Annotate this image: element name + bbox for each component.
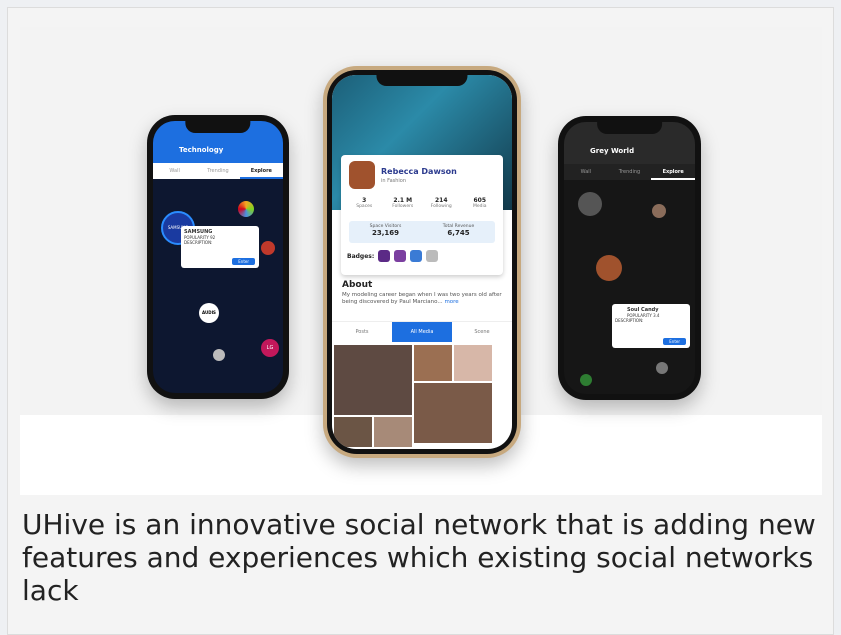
left-tabs: Wall Trending Explore [153,163,283,179]
left-tab-wall[interactable]: Wall [153,163,196,179]
about-more-link[interactable]: more [444,299,458,305]
leaf-bubble[interactable] [580,374,592,386]
tab-scene[interactable]: Scene [452,322,512,342]
right-tabs: Wall Trending Explore [564,164,695,180]
phone-left-screen: Technology Wall Trending Explore SAMSUNG… [153,121,283,393]
total-revenue: Total Revenue 6,745 [442,224,475,237]
profile-avatar[interactable] [349,161,375,189]
mid-notch [376,74,468,86]
left-tab-explore[interactable]: Explore [239,163,283,179]
soul-candy-card[interactable]: Soul Candy POPULARITY 3.4 DESCRIPTION: E… [612,304,690,348]
media-tabs: Posts All Media Scene [332,321,512,342]
badge-icon[interactable] [426,250,439,262]
samsung-card-desc: DESCRIPTION: [184,240,213,245]
samsung-card[interactable]: SAMSUNG POPULARITY 92 DESCRIPTION: Enter [181,226,259,268]
profile-card: Rebecca Dawson in Fashion 3 Spaces 2.1 MF… [341,155,503,275]
left-notch [185,121,251,133]
media-photo[interactable] [414,345,452,381]
planet-bubble[interactable] [261,241,275,255]
media-photo[interactable] [334,417,372,447]
photo-bubble[interactable] [656,362,668,374]
media-photo[interactable] [414,383,492,443]
samsung-card-enter[interactable]: Enter [232,258,255,265]
phone-profile: Rebecca Dawson in Fashion 3 Spaces 2.1 MF… [323,66,521,458]
stat-following[interactable]: 214 Following [422,197,461,209]
stat-media[interactable]: 605 Media [461,197,500,209]
tab-all-media[interactable]: All Media [392,322,452,342]
profile-stats: 3 Spaces 2.1 M Followers 214 Following 605 M… [345,197,499,209]
stat-spaces[interactable]: 3 Spaces [345,197,384,209]
media-photo[interactable] [334,345,412,415]
right-tab-explore[interactable]: Explore [651,164,695,180]
media-photo[interactable] [374,417,412,447]
left-app-title: Technology [179,146,224,154]
revenue-panel: Space Visitors 23,169 Total Revenue 6,745 [349,221,495,243]
space-visitors: Space Visitors 23,169 [369,224,402,237]
photo-bubble[interactable] [652,204,666,218]
phone-right-screen: Grey World Wall Trending Explore Soul Ca… [564,122,695,394]
media-grid [334,345,510,449]
caption-text: UHive is an innovative social network th… [22,508,816,607]
soul-candy-desc: DESCRIPTION: [615,318,644,323]
phone-mid-screen: Rebecca Dawson in Fashion 3 Spaces 2.1 MF… [332,75,512,449]
badge-icon[interactable] [394,250,407,262]
right-notch [596,122,663,134]
stat-followers[interactable]: 2.1 M Followers [384,197,423,209]
avatar-bubble[interactable] [213,349,225,361]
about-text: My modeling career began when I was two … [342,292,502,305]
badge-icon[interactable] [378,250,391,262]
badges-row: Badges: [347,250,439,262]
left-tab-trending[interactable]: Trending [196,163,239,179]
soul-candy-enter[interactable]: Enter [663,338,686,345]
profile-category: in Fashion [381,178,407,184]
phone-grey-world: Grey World Wall Trending Explore Soul Ca… [558,116,701,400]
about-heading: About [342,280,373,290]
lg-bubble[interactable]: LG [261,339,279,357]
profile-name: Rebecca Dawson [381,167,457,176]
badges-label: Badges: [347,252,375,260]
right-tab-wall[interactable]: Wall [564,164,608,180]
media-photo[interactable] [454,345,492,381]
right-app-title: Grey World [590,147,635,155]
tab-posts[interactable]: Posts [332,322,392,342]
badge-icon[interactable] [410,250,423,262]
color-wheel-bubble[interactable] [238,201,254,217]
audis-bubble[interactable]: AUDIS [199,303,219,323]
photo-bubble[interactable] [596,255,622,281]
right-tab-trending[interactable]: Trending [608,164,652,180]
photo-bubble[interactable] [578,192,602,216]
phone-technology: Technology Wall Trending Explore SAMSUNG… [147,115,289,399]
